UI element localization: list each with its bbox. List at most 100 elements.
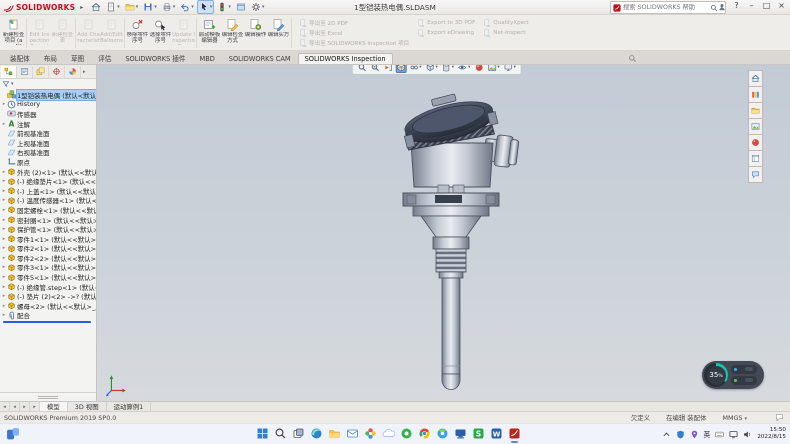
widgets-icon[interactable] [6, 427, 20, 441]
dropdown-caret-icon[interactable]: ▾ [117, 4, 120, 10]
wps-icon[interactable]: S [472, 427, 485, 440]
dropdown-caret-icon[interactable]: ▾ [514, 65, 516, 70]
task-pane-tab-view-palette[interactable] [748, 119, 763, 135]
dropdown-caret-icon[interactable]: ▾ [136, 4, 139, 10]
task-pane-tab-appearances-scenes[interactable] [748, 135, 763, 151]
start-icon[interactable] [256, 427, 269, 440]
panel-tab-property-manager[interactable] [17, 66, 33, 78]
tray-language-indicator[interactable]: 英 [704, 429, 711, 439]
tray-monitor-icon[interactable] [729, 430, 738, 439]
panel-tabs-overflow-icon[interactable]: ▸ [83, 69, 86, 75]
tray-location-icon[interactable] [690, 430, 699, 439]
tab-nav-button-2[interactable]: ▸ [20, 402, 30, 411]
new-document-button[interactable]: ▾ [104, 0, 122, 14]
tree-item[interactable]: 右视基准面 [1, 148, 96, 158]
dropdown-caret-icon[interactable]: ▾ [191, 4, 194, 10]
command-tab-1[interactable]: 布局 [37, 51, 64, 64]
document-tab-0[interactable]: 模型 [40, 402, 68, 411]
task-pane-tab-design-library[interactable] [748, 87, 763, 103]
command-tab-7[interactable]: SOLIDWORKS Inspection [298, 53, 393, 64]
tree-item[interactable]: ▸(-) 垫片 (2)<2> ->? (默认<<默认> [1, 291, 96, 301]
tree-item[interactable]: ▸(-) 温度传感器<1> (默认<<默认>_ [1, 196, 96, 206]
chrome-icon[interactable] [418, 427, 431, 440]
comment-icon[interactable] [775, 413, 784, 422]
panel-tab-configuration-manager[interactable] [33, 66, 49, 78]
solidworks-icon[interactable] [508, 427, 521, 440]
file-explorer-icon[interactable] [328, 427, 341, 440]
restore-button[interactable]: □ [759, 0, 774, 12]
filter-dropdown-icon[interactable]: ▾ [11, 81, 14, 87]
tree-item[interactable]: ▸(-) 上盖<1> (默认<<默认>_显示状 [1, 186, 96, 196]
task-view-icon[interactable] [292, 427, 305, 440]
tree-item[interactable]: ▸A注解 [1, 119, 96, 129]
edit-methods-button[interactable]: 编辑检查方式 [221, 16, 244, 50]
tree-item[interactable]: ▸保护管<1> (默认<<默认>_显示状 [1, 224, 96, 234]
panel-tab-featuremanager-design-tree[interactable] [1, 66, 17, 78]
remove-balloons-button[interactable]: 移除零件序号 [126, 16, 149, 50]
tree-item[interactable]: 上视基准面 [1, 138, 96, 148]
dropdown-caret-icon[interactable]: ▾ [154, 4, 157, 10]
panel-tab-display-manager[interactable] [65, 66, 81, 78]
task-pane-tab-custom-properties[interactable] [748, 151, 763, 167]
tab-nav-button-3[interactable]: ▸ [30, 402, 40, 411]
command-tab-3[interactable]: 评估 [91, 51, 118, 64]
options-button[interactable]: ▾ [249, 0, 267, 14]
tray-shield-icon[interactable] [676, 430, 685, 439]
panel-tab-dimxpert-manager[interactable] [49, 66, 65, 78]
tree-item[interactable]: ▸零件3<1> (默认<<默认>_显示状态 [1, 263, 96, 273]
tree-item[interactable]: ▸零件2<1> (默认<<默认>_显示状 [1, 244, 96, 254]
filter-icon[interactable] [2, 80, 10, 88]
widget-button-top[interactable] [731, 365, 757, 374]
tray-clock[interactable]: 15:502022/8/15 [757, 427, 786, 442]
dropdown-caret-icon[interactable]: ▾ [497, 65, 499, 70]
tree-item[interactable]: ▸History [1, 100, 96, 110]
dropdown-caret-icon[interactable]: ▾ [262, 4, 265, 10]
onedrive-icon[interactable] [382, 427, 395, 440]
browser-icon[interactable] [436, 427, 449, 440]
word-icon[interactable]: W [490, 427, 503, 440]
task-pane-tab-file-explorer[interactable] [748, 103, 763, 119]
edit-actual-button[interactable]: 编辑实方 [267, 16, 290, 50]
login-icon[interactable] [714, 1, 729, 11]
tree-item[interactable]: 前视基准面 [1, 128, 96, 138]
tree-item[interactable]: 1型铠装热电偶 (默认<默认_显示状态-1 [1, 90, 96, 100]
open-button[interactable]: ▾ [123, 0, 141, 14]
task-pane-tab-solidworks-forum[interactable] [748, 167, 763, 183]
document-tab-2[interactable]: 运动算例1 [107, 402, 152, 411]
close-button[interactable]: × [774, 0, 789, 12]
command-tab-5[interactable]: MBD [193, 53, 222, 64]
dropdown-caret-icon[interactable]: ▾ [210, 4, 213, 10]
photos-icon[interactable] [364, 427, 377, 440]
tree-item[interactable]: ▸零件2<2> (默认<<默认>_显示状态 [1, 253, 96, 263]
command-tab-6[interactable]: SOLIDWORKS CAM [222, 53, 298, 64]
tree-item[interactable]: ▸配合 [1, 311, 96, 321]
zoom-percentage-widget[interactable]: 35% [702, 361, 764, 389]
rollback-bar[interactable] [3, 321, 91, 323]
command-search-icon[interactable] [628, 54, 637, 63]
minimize-button[interactable]: – [744, 0, 759, 12]
search-icon[interactable] [274, 427, 287, 440]
menu-expand-icon[interactable]: ▸ [80, 4, 83, 11]
dropdown-caret-icon[interactable]: ▾ [468, 65, 470, 70]
template-editor-button[interactable]: 启动模板编辑器 [198, 16, 221, 50]
tree-item[interactable]: ▸零件1<1> (默认<<默认>_显示状态 [1, 234, 96, 244]
thermocouple-model[interactable] [391, 87, 521, 399]
remote-desktop-icon[interactable] [454, 427, 467, 440]
help-search-box[interactable]: ▾ [610, 1, 726, 14]
app-green-icon[interactable] [400, 427, 413, 440]
search-input[interactable] [623, 4, 708, 11]
tree-item[interactable]: ▸(-) 绝缘垫片<1> (默认<<默认>_显示状 [1, 176, 96, 186]
tree-item[interactable]: 原点 [1, 157, 96, 167]
command-tab-4[interactable]: SOLIDWORKS 插件 [118, 51, 192, 64]
tree-item[interactable]: ▸外壳 (2)<1> (默认<<默认>_显示状 [1, 167, 96, 177]
tree-item[interactable]: 传感器 [1, 109, 96, 119]
tray-keyboard-icon[interactable] [715, 430, 724, 439]
tree-item[interactable]: ▸(-) 绝缘管.step<1> (默认<<默认> [1, 282, 96, 292]
command-tab-0[interactable]: 装配体 [3, 51, 37, 64]
tree-item[interactable]: ▸固定螺栓<1> (默认<<默认>_显示 [1, 205, 96, 215]
graphics-viewport[interactable]: ▾▾▾▾▾▾ [97, 65, 790, 401]
edit-operations-button[interactable]: 编辑操作 [244, 16, 267, 50]
help-icon[interactable]: ? [729, 0, 744, 12]
dropdown-caret-icon[interactable]: ▾ [436, 65, 438, 70]
tree-item[interactable]: ▸螺母<2> (默认<<默认>_显示状态 [1, 301, 96, 311]
